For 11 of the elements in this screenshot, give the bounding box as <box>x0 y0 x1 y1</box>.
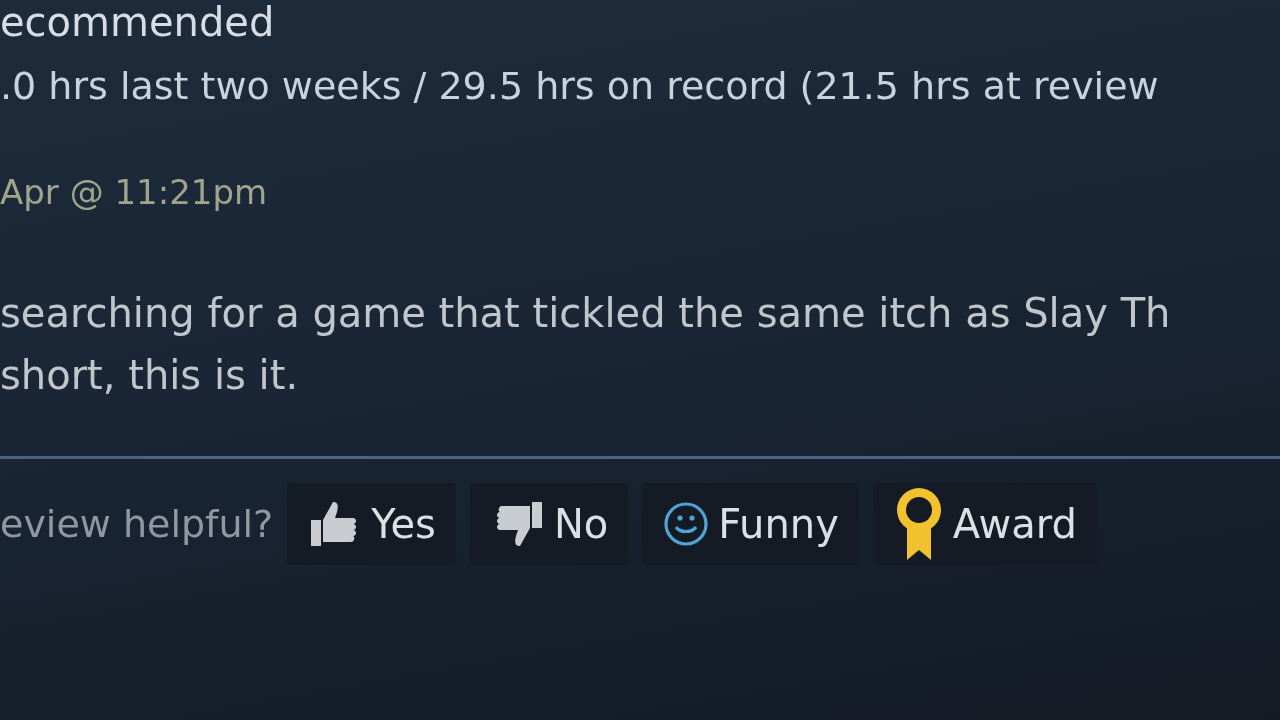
smiley-icon <box>662 500 711 548</box>
funny-button[interactable]: Funny <box>642 483 859 565</box>
review-text-line: searching for a game that tickled the same itch as Slay Th <box>0 289 1172 338</box>
review-text-line: short, this is it. <box>0 351 300 400</box>
review-verdict: ecommended <box>0 0 276 44</box>
posted-date: Apr @ 11:21pm <box>0 172 269 212</box>
no-button[interactable]: No <box>469 483 629 565</box>
award-button[interactable]: Award <box>872 483 1097 565</box>
playtime-text: .0 hrs last two weeks / 29.5 hrs on record (21.5 hrs at review <box>0 64 1160 108</box>
helpful-prompt: eview helpful? <box>0 502 274 546</box>
yes-button[interactable]: Yes <box>287 483 456 565</box>
